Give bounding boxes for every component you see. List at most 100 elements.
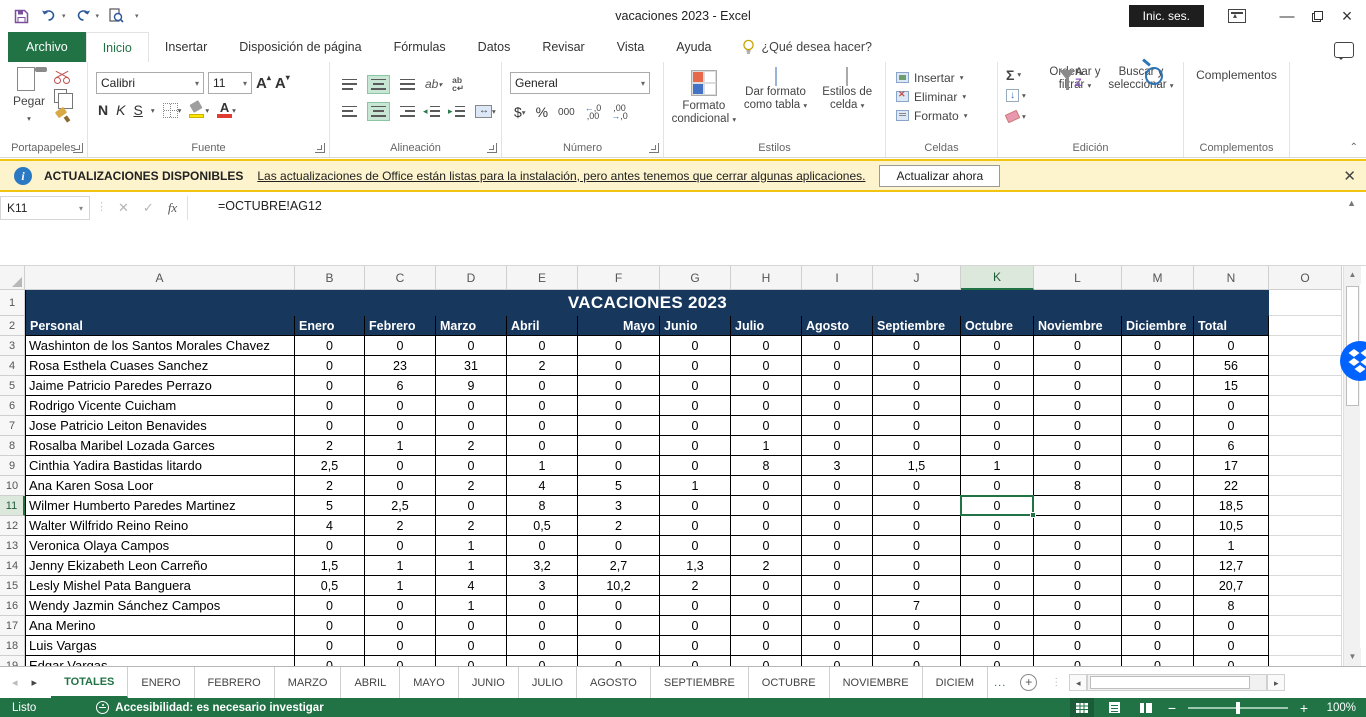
cell-name-row15[interactable]: Lesly Mishel Pata Banguera bbox=[25, 576, 295, 596]
cell-J7[interactable]: 0 bbox=[873, 416, 961, 436]
cell-H10[interactable]: 0 bbox=[731, 476, 802, 496]
column-header-E[interactable]: E bbox=[507, 266, 578, 290]
wrap-text-button[interactable]: abc↵ bbox=[452, 76, 464, 92]
cell-N3[interactable]: 0 bbox=[1194, 336, 1269, 356]
row-header-16[interactable]: 16 bbox=[0, 596, 25, 616]
row-header-7[interactable]: 7 bbox=[0, 416, 25, 436]
table-header-febrero[interactable]: Febrero bbox=[365, 316, 436, 336]
cell-name-row6[interactable]: Rodrigo Vicente Cuicham bbox=[25, 396, 295, 416]
sheet-tab-junio[interactable]: JUNIO bbox=[459, 667, 519, 698]
cell-G10[interactable]: 1 bbox=[660, 476, 731, 496]
row-header-19[interactable]: 19 bbox=[0, 656, 25, 666]
cell-name-row16[interactable]: Wendy Jazmin Sánchez Campos bbox=[25, 596, 295, 616]
cell-L4[interactable]: 0 bbox=[1034, 356, 1122, 376]
cell-J8[interactable]: 0 bbox=[873, 436, 961, 456]
cell-D4[interactable]: 31 bbox=[436, 356, 507, 376]
cell-C17[interactable]: 0 bbox=[365, 616, 436, 636]
insert-cells-button[interactable]: Insertar▾ bbox=[896, 68, 997, 87]
italic-button[interactable]: K bbox=[116, 102, 125, 118]
cell-name-row9[interactable]: Cinthia Yadira Bastidas litardo bbox=[25, 456, 295, 476]
table-header-septiembre[interactable]: Septiembre bbox=[873, 316, 961, 336]
alineacion-dialog-launcher-icon[interactable] bbox=[487, 143, 497, 153]
copy-button[interactable]: ▾ bbox=[54, 89, 71, 103]
cell-G15[interactable]: 2 bbox=[660, 576, 731, 596]
ribbon-tab-inicio[interactable]: Inicio bbox=[86, 32, 149, 62]
cell-H3[interactable]: 0 bbox=[731, 336, 802, 356]
cell-name-row4[interactable]: Rosa Esthela Cuases Sanchez bbox=[25, 356, 295, 376]
currency-button[interactable]: $▾ bbox=[514, 104, 526, 120]
zoom-slider-thumb[interactable] bbox=[1236, 702, 1240, 714]
cell-H8[interactable]: 1 bbox=[731, 436, 802, 456]
cell-name-row13[interactable]: Veronica Olaya Campos bbox=[25, 536, 295, 556]
cell-F9[interactable]: 0 bbox=[578, 456, 660, 476]
cell-F15[interactable]: 10,2 bbox=[578, 576, 660, 596]
cell-N17[interactable]: 0 bbox=[1194, 616, 1269, 636]
cell-M7[interactable]: 0 bbox=[1122, 416, 1194, 436]
cell-B13[interactable]: 0 bbox=[295, 536, 365, 556]
cell-F17[interactable]: 0 bbox=[578, 616, 660, 636]
cell-O13[interactable] bbox=[1269, 536, 1342, 556]
cell-H5[interactable]: 0 bbox=[731, 376, 802, 396]
align-middle-button[interactable] bbox=[367, 75, 390, 94]
cell-O16[interactable] bbox=[1269, 596, 1342, 616]
cell-H18[interactable]: 0 bbox=[731, 636, 802, 656]
cell-D11[interactable]: 0 bbox=[436, 496, 507, 516]
cell-C6[interactable]: 0 bbox=[365, 396, 436, 416]
cell-I8[interactable]: 0 bbox=[802, 436, 873, 456]
cell-L16[interactable]: 0 bbox=[1034, 596, 1122, 616]
cell-O19[interactable] bbox=[1269, 656, 1342, 666]
cell-I16[interactable]: 0 bbox=[802, 596, 873, 616]
update-now-button[interactable]: Actualizar ahora bbox=[879, 165, 1000, 187]
row-header-15[interactable]: 15 bbox=[0, 576, 25, 596]
zoom-out-button[interactable]: − bbox=[1166, 700, 1178, 716]
column-header-D[interactable]: D bbox=[436, 266, 507, 290]
cell-G7[interactable]: 0 bbox=[660, 416, 731, 436]
cell-E13[interactable]: 0 bbox=[507, 536, 578, 556]
cell-L9[interactable]: 0 bbox=[1034, 456, 1122, 476]
collapse-formula-bar-icon[interactable]: ▲ bbox=[1347, 198, 1356, 208]
row-header-4[interactable]: 4 bbox=[0, 356, 25, 376]
cell-K3[interactable]: 0 bbox=[961, 336, 1034, 356]
font-size-select[interactable]: 11▾ bbox=[208, 72, 252, 94]
cell-J4[interactable]: 0 bbox=[873, 356, 961, 376]
row-header-10[interactable]: 10 bbox=[0, 476, 25, 496]
normal-view-button[interactable] bbox=[1070, 698, 1094, 717]
row-header-8[interactable]: 8 bbox=[0, 436, 25, 456]
cell-K16[interactable]: 0 bbox=[961, 596, 1034, 616]
cell-O2[interactable] bbox=[1269, 316, 1342, 336]
ribbon-tab-vista[interactable]: Vista bbox=[601, 32, 661, 62]
cell-N15[interactable]: 20,7 bbox=[1194, 576, 1269, 596]
sheet-tab-diciem[interactable]: DICIEM bbox=[923, 667, 989, 698]
cell-I4[interactable]: 0 bbox=[802, 356, 873, 376]
cell-E7[interactable]: 0 bbox=[507, 416, 578, 436]
cell-D9[interactable]: 0 bbox=[436, 456, 507, 476]
column-header-J[interactable]: J bbox=[873, 266, 961, 290]
row-header-13[interactable]: 13 bbox=[0, 536, 25, 556]
table-header-abril[interactable]: Abril bbox=[507, 316, 578, 336]
portapapeles-dialog-launcher-icon[interactable] bbox=[73, 143, 83, 153]
cell-L12[interactable]: 0 bbox=[1034, 516, 1122, 536]
cell-M19[interactable]: 0 bbox=[1122, 656, 1194, 666]
cell-B14[interactable]: 1,5 bbox=[295, 556, 365, 576]
sheet-tab-julio[interactable]: JULIO bbox=[519, 667, 577, 698]
cell-D8[interactable]: 2 bbox=[436, 436, 507, 456]
column-header-F[interactable]: F bbox=[578, 266, 660, 290]
cell-E19[interactable]: 0 bbox=[507, 656, 578, 666]
cell-B16[interactable]: 0 bbox=[295, 596, 365, 616]
cell-name-row12[interactable]: Walter Wilfrido Reino Reino bbox=[25, 516, 295, 536]
cell-name-row3[interactable]: Washinton de los Santos Morales Chavez bbox=[25, 336, 295, 356]
cell-C11[interactable]: 2,5 bbox=[365, 496, 436, 516]
cell-C7[interactable]: 0 bbox=[365, 416, 436, 436]
horizontal-scrollbar[interactable]: ◂ ▸ bbox=[1069, 674, 1285, 691]
delete-cells-button[interactable]: Eliminar▾ bbox=[896, 87, 997, 106]
cell-B7[interactable]: 0 bbox=[295, 416, 365, 436]
cell-H19[interactable]: 0 bbox=[731, 656, 802, 666]
cell-E16[interactable]: 0 bbox=[507, 596, 578, 616]
cell-J10[interactable]: 0 bbox=[873, 476, 961, 496]
cell-K18[interactable]: 0 bbox=[961, 636, 1034, 656]
comments-icon[interactable] bbox=[1334, 42, 1354, 58]
cell-H9[interactable]: 8 bbox=[731, 456, 802, 476]
cell-name-row7[interactable]: Jose Patricio Leiton Benavides bbox=[25, 416, 295, 436]
cell-N8[interactable]: 6 bbox=[1194, 436, 1269, 456]
addins-button[interactable]: Complementos bbox=[1184, 68, 1289, 82]
